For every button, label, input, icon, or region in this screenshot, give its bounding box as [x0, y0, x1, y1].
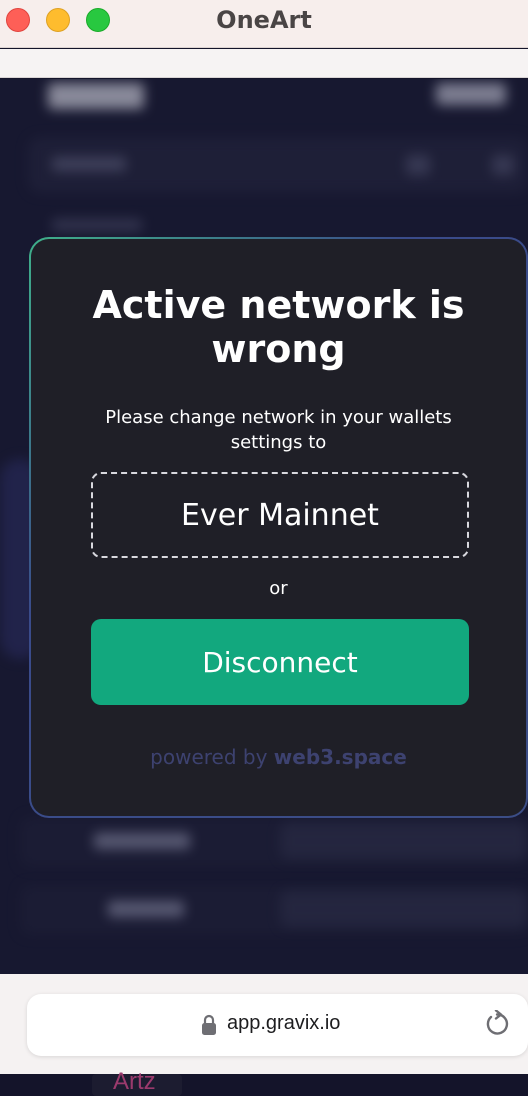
background-login-button — [436, 83, 506, 105]
background-subheading — [52, 219, 142, 231]
modal-body: Active network is wrong Please change ne… — [31, 239, 526, 816]
app-background-bottom — [0, 1074, 528, 1096]
background-row-value — [280, 891, 528, 927]
background-header-icon — [492, 155, 514, 175]
browser-toolbar — [0, 49, 528, 78]
window-titlebar: OneArt — [0, 0, 528, 48]
background-logo — [48, 83, 144, 109]
network-name: Ever Mainnet — [181, 497, 379, 533]
powered-by-prefix: powered by — [150, 745, 268, 769]
url-text[interactable]: app.gravix.io — [227, 1012, 340, 1035]
background-row-value — [280, 823, 528, 859]
required-network-box: Ever Mainnet — [91, 472, 469, 558]
address-bar[interactable]: app.gravix.io — [27, 994, 528, 1056]
window-title: OneArt — [216, 6, 312, 34]
wrong-network-modal: Active network is wrong Please change ne… — [29, 237, 528, 818]
or-separator: or — [269, 578, 288, 599]
background-row-label — [108, 901, 184, 917]
background-row-label — [94, 833, 190, 849]
background-artz-label: Artz — [113, 1068, 156, 1095]
background-header-text — [52, 157, 126, 171]
powered-by-footer: powered by web3.space — [31, 745, 526, 769]
modal-subtitle: Please change network in your wallets se… — [105, 407, 452, 453]
lock-icon — [202, 1014, 216, 1035]
modal-title: Active network is wrong — [92, 283, 465, 371]
browser-bottom-bar: app.gravix.io — [0, 974, 528, 1074]
powered-by-brand-link[interactable]: web3.space — [274, 745, 407, 769]
background-header-icon — [406, 155, 430, 175]
reload-icon[interactable] — [483, 1010, 511, 1038]
disconnect-button[interactable]: Disconnect — [91, 619, 469, 705]
